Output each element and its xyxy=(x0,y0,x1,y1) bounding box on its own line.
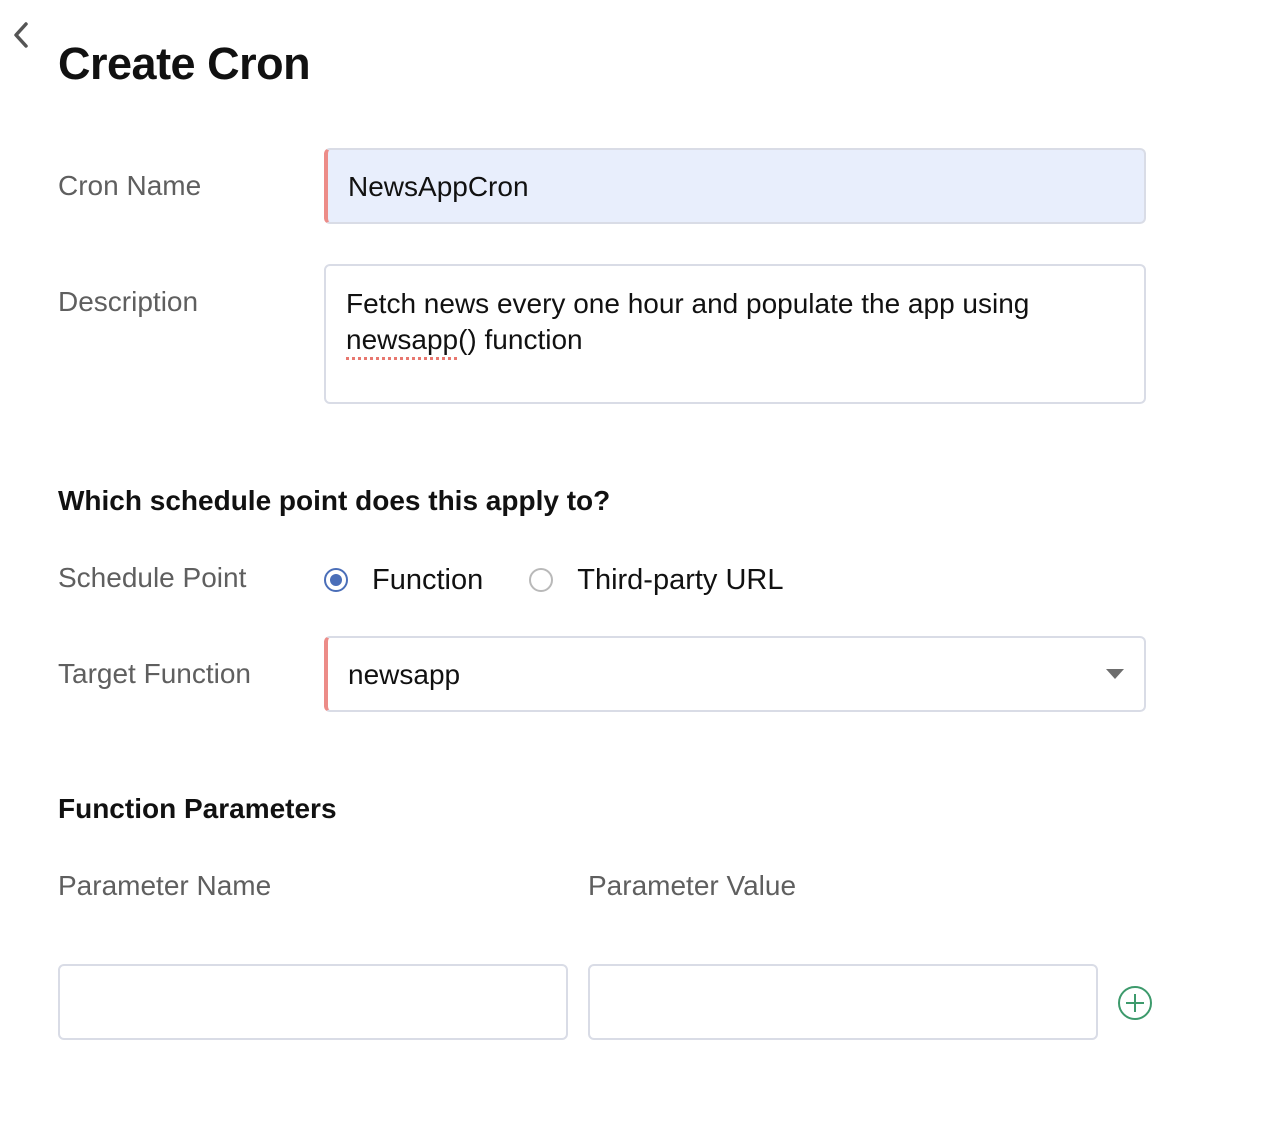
description-line-1: Fetch news every one hour and populate t… xyxy=(346,288,1030,319)
cron-name-label: Cron Name xyxy=(58,170,202,201)
create-cron-page: Create Cron Cron Name NewsAppCron Descri… xyxy=(0,0,1282,1138)
description-line-2-rest: () function xyxy=(458,324,583,355)
function-parameters-title: Function Parameters xyxy=(58,793,337,824)
schedule-point-label: Schedule Point xyxy=(58,562,247,593)
radio-option-third-party-url[interactable]: Third-party URL xyxy=(529,563,784,597)
target-function-value: newsapp xyxy=(348,659,461,690)
description-textarea[interactable]: Fetch news every one hour and populate t… xyxy=(324,264,1146,404)
description-label: Description xyxy=(58,286,199,317)
parameter-value-header: Parameter Value xyxy=(588,870,797,901)
parameter-name-header: Parameter Name xyxy=(58,870,272,901)
radio-third-party-url[interactable] xyxy=(529,568,554,592)
plus-circle-icon xyxy=(1118,986,1152,1020)
chevron-left-icon xyxy=(14,22,28,48)
schedule-section-title: Which schedule point does this apply to? xyxy=(58,485,611,516)
spellcheck-word: newsapp xyxy=(346,324,459,355)
radio-option-function[interactable]: Function xyxy=(324,564,483,597)
cron-name-value: NewsAppCron xyxy=(348,171,529,202)
page-title: Create Cron xyxy=(58,38,311,89)
cron-name-input[interactable]: NewsAppCron xyxy=(324,148,1146,224)
parameter-name-input[interactable] xyxy=(58,964,568,1040)
add-parameter-button[interactable] xyxy=(1116,984,1154,1022)
back-button[interactable] xyxy=(8,18,34,52)
caret-down-icon xyxy=(1106,669,1124,679)
target-function-select[interactable]: newsapp xyxy=(324,636,1146,712)
parameter-value-input[interactable] xyxy=(588,964,1098,1040)
radio-label-function: Function xyxy=(372,563,484,596)
target-function-label: Target Function xyxy=(58,658,251,689)
schedule-point-radio-group: Function Third-party URL xyxy=(324,560,830,600)
radio-label-third-party-url: Third-party URL xyxy=(577,563,784,596)
description-line-2: newsapp() function xyxy=(346,322,1124,358)
radio-function[interactable] xyxy=(324,568,348,592)
